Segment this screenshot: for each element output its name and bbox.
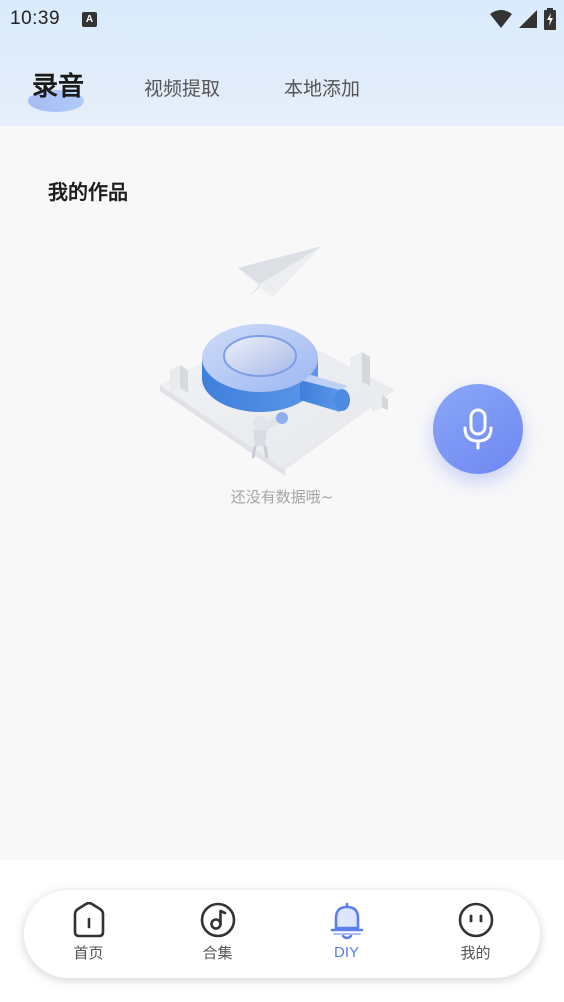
notification-icon: A [82, 11, 98, 27]
nav-collection[interactable]: 合集 [153, 890, 282, 978]
status-icons [490, 8, 556, 30]
bell-icon [330, 902, 363, 940]
nav-diy[interactable]: DIY [282, 890, 411, 978]
nav-collection-label: 合集 [202, 944, 233, 962]
nav-mine-label: 我的 [460, 944, 491, 962]
status-time: 10:39 [10, 8, 61, 29]
home-icon [73, 902, 104, 938]
face-icon [458, 902, 493, 938]
nav-diy-label: DIY [333, 944, 359, 961]
section-title: 我的作品 [48, 180, 128, 204]
record-mic-button[interactable] [433, 384, 523, 474]
empty-state-illustration [160, 246, 395, 476]
signal-icon [519, 10, 537, 28]
tab-video-extract[interactable]: 视频提取 [144, 74, 220, 101]
tab-recording-label: 录音 [32, 72, 85, 102]
top-tabs: 录音 视频提取 本地添加 [0, 60, 564, 120]
empty-state-text: 还没有数据哦~ [230, 488, 334, 506]
music-note-icon [200, 902, 235, 938]
tab-local-add[interactable]: 本地添加 [284, 74, 360, 101]
nav-home-label: 首页 [73, 944, 104, 962]
nav-mine[interactable]: 我的 [411, 890, 540, 978]
status-bar: 10:39 A [0, 0, 564, 38]
nav-home[interactable]: 首页 [24, 890, 153, 978]
bottom-navigation: 首页 合集 DIY 我的 [24, 890, 540, 978]
tab-recording[interactable]: 录音 [32, 66, 84, 103]
wifi-icon [490, 10, 512, 28]
microphone-icon [463, 408, 493, 450]
battery-icon [544, 8, 556, 30]
